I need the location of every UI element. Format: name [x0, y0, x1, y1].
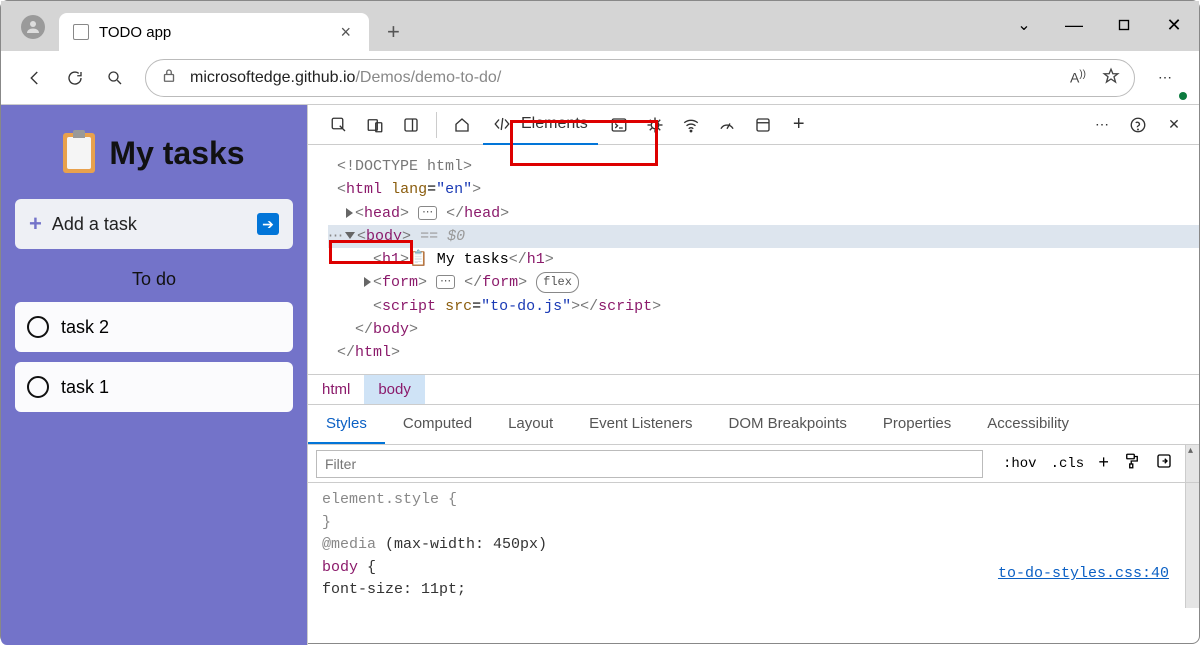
styles-filter-row: :hov .cls +: [308, 445, 1199, 483]
refresh-button[interactable]: [55, 58, 95, 98]
styles-tab-styles[interactable]: Styles: [308, 405, 385, 444]
window-controls: ⌄ — ✕: [999, 5, 1199, 45]
tab-favicon: [73, 24, 89, 40]
scrollbar[interactable]: [1185, 483, 1199, 608]
sources-tab-icon[interactable]: [644, 114, 666, 136]
app-header: My tasks: [15, 133, 293, 173]
styles-pane[interactable]: element.style { } @media (max-width: 450…: [308, 483, 1199, 608]
styles-tabs: Styles Computed Layout Event Listeners D…: [308, 405, 1199, 445]
breadcrumb-item[interactable]: html: [308, 375, 364, 404]
lock-icon: [160, 67, 178, 88]
styles-tab-layout[interactable]: Layout: [490, 405, 571, 444]
browser-tab[interactable]: TODO app ×: [59, 13, 369, 51]
computed-sidebar-icon[interactable]: [1155, 452, 1173, 475]
favorite-icon[interactable]: [1102, 67, 1120, 88]
dock-side-icon[interactable]: [400, 114, 422, 136]
clipboard-icon: [63, 133, 95, 173]
task-item[interactable]: task 1: [15, 362, 293, 412]
more-tools-icon[interactable]: ⋯: [1091, 114, 1113, 136]
close-devtools-icon[interactable]: ✕: [1163, 114, 1185, 136]
cls-toggle[interactable]: .cls: [1051, 456, 1085, 472]
elements-tab[interactable]: Elements: [483, 105, 598, 145]
minimize-button[interactable]: —: [1049, 5, 1099, 45]
url-path: /Demos/demo-to-do/: [355, 69, 1070, 87]
dom-line[interactable]: <script src="to-do.js"></script>: [328, 295, 1199, 318]
paint-icon[interactable]: [1123, 452, 1141, 475]
settings-menu-button[interactable]: ⋯: [1145, 58, 1185, 98]
section-heading: To do: [15, 269, 293, 290]
app-panel: My tasks + Add a task ➔ To do task 2 tas…: [1, 105, 307, 645]
styles-tab-dom-breakpoints[interactable]: DOM Breakpoints: [711, 405, 865, 444]
divider: [436, 112, 437, 138]
tab-title: TODO app: [99, 24, 336, 41]
console-tab-icon[interactable]: [608, 114, 630, 136]
hov-toggle[interactable]: :hov: [1003, 456, 1037, 472]
device-toggle-icon[interactable]: [364, 114, 386, 136]
styles-line: }: [322, 512, 1185, 535]
devtools-panel: Elements + ⋯ ✕ <!DOCTYPE html> <html lan…: [307, 105, 1199, 645]
dom-line[interactable]: </body>: [328, 318, 1199, 341]
task-text: task 1: [61, 377, 109, 398]
search-button[interactable]: [95, 58, 135, 98]
dom-line[interactable]: <h1>📋 My tasks</h1>: [328, 248, 1199, 271]
tab-close-icon[interactable]: ×: [336, 22, 355, 43]
task-text: task 2: [61, 317, 109, 338]
add-task-input[interactable]: + Add a task ➔: [15, 199, 293, 249]
dom-line[interactable]: </html>: [328, 341, 1199, 364]
styles-line: element.style {: [322, 489, 1185, 512]
devtools-toolbar: Elements + ⋯ ✕: [308, 105, 1199, 145]
new-tab-button[interactable]: +: [387, 19, 400, 45]
page-title: My tasks: [109, 135, 244, 172]
styles-line: @media (max-width: 450px): [322, 534, 1185, 557]
read-aloud-icon[interactable]: A)): [1070, 69, 1086, 86]
dom-line[interactable]: <head> ⋯ </head>: [328, 202, 1199, 225]
tab-actions-icon[interactable]: ⌄: [999, 5, 1049, 45]
application-tab-icon[interactable]: [752, 114, 774, 136]
elements-tab-label: Elements: [521, 115, 588, 133]
profile-avatar[interactable]: [21, 15, 45, 39]
dom-breadcrumb: html body: [308, 374, 1199, 405]
styles-tab-properties[interactable]: Properties: [865, 405, 969, 444]
styles-tab-accessibility[interactable]: Accessibility: [969, 405, 1087, 444]
main-content: My tasks + Add a task ➔ To do task 2 tas…: [1, 105, 1199, 645]
maximize-button[interactable]: [1099, 5, 1149, 45]
stylesheet-link[interactable]: to-do-styles.css:40: [998, 563, 1169, 586]
network-tab-icon[interactable]: [680, 114, 702, 136]
browser-toolbar: microsoftedge.github.io/Demos/demo-to-do…: [1, 51, 1199, 105]
breadcrumb-item[interactable]: body: [364, 375, 425, 404]
checkbox-icon[interactable]: [27, 316, 49, 338]
scrollbar[interactable]: [1185, 445, 1199, 482]
inspect-icon[interactable]: [328, 114, 350, 136]
dom-line[interactable]: <!DOCTYPE html>: [328, 155, 1199, 178]
styles-tab-computed[interactable]: Computed: [385, 405, 490, 444]
performance-tab-icon[interactable]: [716, 114, 738, 136]
help-icon[interactable]: [1127, 114, 1149, 136]
checkbox-icon[interactable]: [27, 376, 49, 398]
close-button[interactable]: ✕: [1149, 5, 1199, 45]
task-item[interactable]: task 2: [15, 302, 293, 352]
dom-line[interactable]: <form> ⋯ </form> flex: [328, 271, 1199, 294]
dom-body-line[interactable]: ⋯<body> == $0: [328, 225, 1199, 248]
add-task-placeholder: Add a task: [52, 214, 257, 235]
styles-filter-input[interactable]: [316, 450, 983, 478]
dom-tree[interactable]: <!DOCTYPE html> <html lang="en"> <head> …: [308, 145, 1199, 374]
new-style-rule-icon[interactable]: +: [1098, 454, 1109, 474]
dom-line[interactable]: <html lang="en">: [328, 178, 1199, 201]
styles-tab-event-listeners[interactable]: Event Listeners: [571, 405, 710, 444]
plus-icon: +: [29, 211, 42, 237]
welcome-tab-icon[interactable]: [451, 114, 473, 136]
url-domain: microsoftedge.github.io: [190, 69, 355, 87]
submit-arrow-icon[interactable]: ➔: [257, 213, 279, 235]
window-titlebar: TODO app × + ⌄ — ✕: [1, 1, 1199, 51]
address-bar[interactable]: microsoftedge.github.io/Demos/demo-to-do…: [145, 59, 1135, 97]
more-tabs-icon[interactable]: +: [788, 114, 810, 136]
back-button[interactable]: [15, 58, 55, 98]
